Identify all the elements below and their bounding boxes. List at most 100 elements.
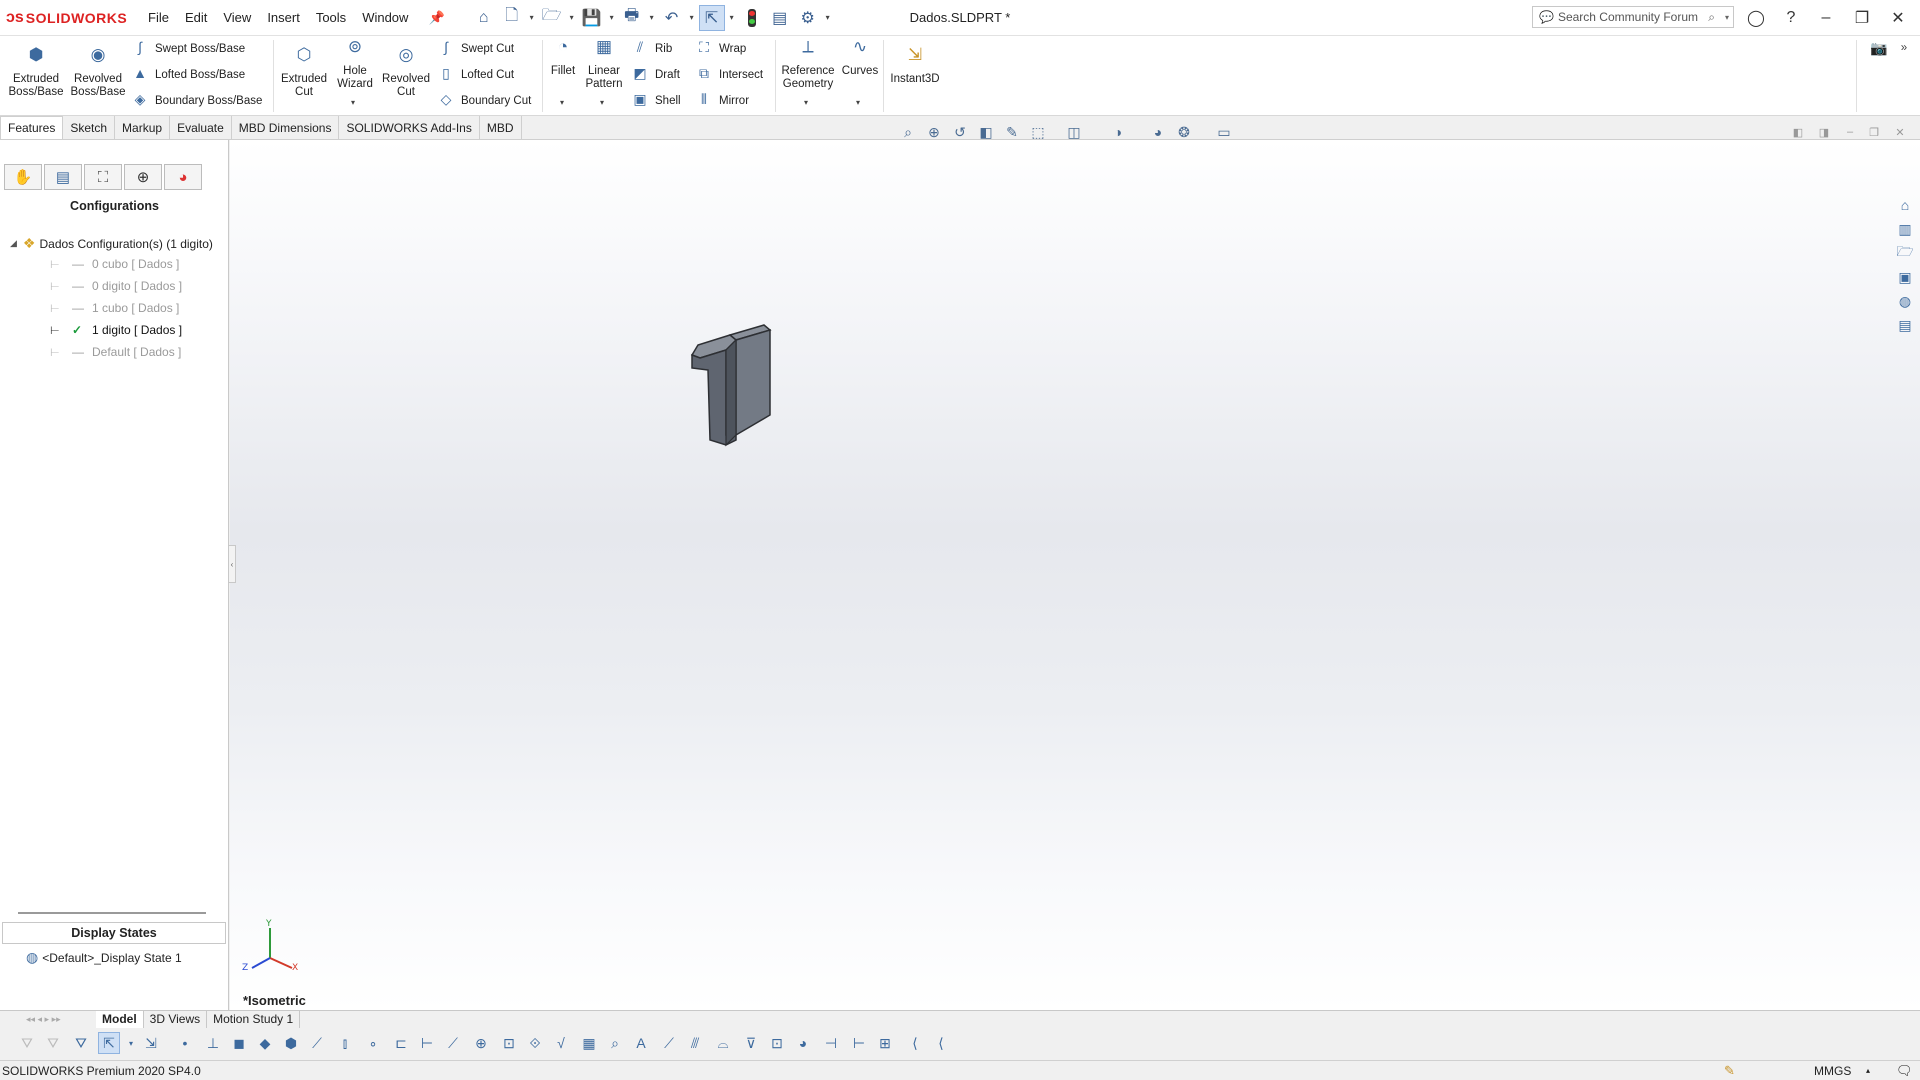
revolved-cut-button[interactable]: ◎ Revolved Cut <box>380 46 432 99</box>
tile-right-icon[interactable]: ◨ <box>1812 122 1836 142</box>
filter-connection-points-icon[interactable]: ⊡ <box>766 1032 788 1054</box>
ribbon-collapse-icon[interactable]: » <box>1896 42 1912 55</box>
curves-button[interactable]: ∿ Curves <box>840 38 880 78</box>
tab-3d-views[interactable]: 3D Views <box>144 1010 208 1029</box>
filter-geometric-tolerance-icon[interactable]: √ <box>550 1032 572 1054</box>
filter-routing-points-icon[interactable]: ◕ <box>792 1032 814 1054</box>
dynamic-annotation-icon[interactable]: ✎ <box>1000 122 1024 142</box>
search-community-field[interactable]: 💬 Search Community Forum ⌕ ▾ <box>1532 6 1734 28</box>
file-properties-icon[interactable]: ▤ <box>767 5 793 31</box>
swept-boss-button[interactable]: ∫ Swept Boss/Base <box>130 38 245 60</box>
tab-markup[interactable]: Markup <box>115 116 171 139</box>
edit-appearance-icon[interactable]: ◕ <box>1146 122 1170 142</box>
filter-weld-symbols-icon[interactable]: A <box>630 1032 652 1054</box>
menu-insert[interactable]: Insert <box>259 10 308 25</box>
tab-mbd-dimensions[interactable]: MBD Dimensions <box>232 116 340 139</box>
filter-cosmetic-threads-icon[interactable]: ⫻ <box>684 1032 706 1054</box>
graphics-area[interactable]: Y X Z <box>230 140 1920 1010</box>
menu-file[interactable]: File <box>140 10 177 25</box>
filter-edges-icon[interactable]: ⊥ <box>202 1032 224 1054</box>
select-dropdown-icon[interactable]: ▾ <box>727 13 737 22</box>
configurations-root[interactable]: ◢ ❖ Dados Configuration(s) (1 digito) <box>10 235 213 252</box>
zoom-to-area-icon[interactable]: ⊕ <box>922 122 946 142</box>
filter-sketch-segments-icon[interactable]: ⊏ <box>390 1032 412 1054</box>
panel-collapse-handle[interactable]: ‹ <box>228 545 236 583</box>
linear-pattern-button[interactable]: ▦ Linear Pattern <box>582 38 626 91</box>
view-palette-icon[interactable]: ▣ <box>1894 266 1916 288</box>
pin-menu-icon[interactable]: 📌 <box>420 10 452 26</box>
extruded-boss-button[interactable]: ⬢ Extruded Boss/Base <box>6 46 66 99</box>
filter-notes-icon[interactable]: ▦ <box>578 1032 600 1054</box>
custom-properties-icon[interactable]: ▤ <box>1894 314 1916 336</box>
appearances-icon[interactable]: ◍ <box>1894 290 1916 312</box>
tab-solidworks-addins[interactable]: SOLIDWORKS Add-Ins <box>339 116 480 139</box>
camera-snapshot-icon[interactable]: 📷 <box>1868 41 1890 67</box>
filter-dowel-pins-icon[interactable]: ⊽ <box>740 1032 762 1054</box>
view-orientation-icon[interactable]: ⬚ <box>1026 122 1050 142</box>
search-icon[interactable]: ⌕ <box>1708 10 1715 25</box>
dimxpert-manager-tab-icon[interactable]: ⊕ <box>124 164 162 190</box>
help-chat-icon[interactable]: 🗨 <box>1896 1063 1913 1079</box>
swept-cut-button[interactable]: ∫ Swept Cut <box>436 38 514 60</box>
config-item-active[interactable]: ⊢ ✓ 1 digito [ Dados ] <box>50 323 182 337</box>
open-dropdown-icon[interactable]: ▾ <box>567 13 577 22</box>
filter-axes-icon[interactable]: ⟋ <box>306 1032 328 1054</box>
search-dropdown-icon[interactable]: ▾ <box>1725 13 1729 22</box>
open-folder-icon[interactable]: 🗁 <box>539 5 565 31</box>
filter-datum-features-icon[interactable]: ⌕ <box>604 1032 626 1054</box>
reference-geometry-dropdown-icon[interactable]: ▾ <box>804 98 808 107</box>
filter-planes-icon[interactable]: ⫾ <box>334 1032 356 1054</box>
box-select-icon[interactable]: ⇲ <box>140 1032 162 1054</box>
menu-window[interactable]: Window <box>354 10 416 25</box>
tab-features[interactable]: Features <box>0 116 64 139</box>
config-item[interactable]: ⊢ — Default [ Dados ] <box>50 345 181 359</box>
configuration-manager-tab-icon[interactable]: ⛶ <box>84 164 122 190</box>
undo-icon[interactable]: ↶ <box>659 5 685 31</box>
help-icon[interactable]: ? <box>1773 0 1809 36</box>
filter-dimensions-icon[interactable]: ⊡ <box>498 1032 520 1054</box>
rib-button[interactable]: ⫽ Rib <box>630 38 672 60</box>
filter-solid-bodies-icon[interactable]: ⬢ <box>280 1032 302 1054</box>
part-digit-one[interactable] <box>690 324 772 447</box>
hide-show-items-icon[interactable]: ◑ <box>1106 122 1130 142</box>
curves-dropdown-icon[interactable]: ▾ <box>856 98 860 107</box>
tab-scroll-arrows[interactable]: ◂◂ ◂ ▸ ▸▸ <box>0 1011 96 1029</box>
view-settings-icon[interactable]: ▭ <box>1212 122 1236 142</box>
intersect-button[interactable]: ⧉ Intersect <box>694 64 763 86</box>
tab-evaluate[interactable]: Evaluate <box>170 116 232 139</box>
print-dropdown-icon[interactable]: ▾ <box>647 13 657 22</box>
select-arrow-icon[interactable]: ⇱ <box>98 1032 120 1054</box>
undo-dropdown-icon[interactable]: ▾ <box>687 13 697 22</box>
save-icon[interactable]: 💾 <box>579 5 605 31</box>
previous-view-icon[interactable]: ↺ <box>948 122 972 142</box>
rebuild-traffic-light-icon[interactable] <box>739 5 765 31</box>
clear-filters-icon[interactable]: ⛛ <box>70 1032 92 1054</box>
filter-datum-targets-icon[interactable]: ⟋ <box>658 1032 680 1054</box>
display-manager-tab-icon[interactable]: ◕ <box>164 164 202 190</box>
menu-tools[interactable]: Tools <box>308 10 354 25</box>
filter-blocks-icon[interactable]: ⌓ <box>712 1032 734 1054</box>
display-style-icon[interactable]: ◫ <box>1062 122 1086 142</box>
filter-tags-icon[interactable]: ⟨ <box>904 1032 926 1054</box>
wrap-button[interactable]: ⛶ Wrap <box>694 38 746 60</box>
design-library-icon[interactable]: ▥ <box>1894 218 1916 240</box>
tile-left-icon[interactable]: ◧ <box>1786 122 1810 142</box>
solidworks-resources-icon[interactable]: ⌂ <box>1894 194 1916 216</box>
doc-minimize-icon[interactable]: – <box>1838 122 1862 142</box>
shell-button[interactable]: ▣ Shell <box>630 90 680 112</box>
tab-sketch[interactable]: Sketch <box>63 116 116 139</box>
minimize-icon[interactable]: – <box>1808 0 1844 36</box>
home-icon[interactable]: ⌂ <box>471 5 497 31</box>
select-pointer-icon[interactable]: ⇱ <box>698 4 725 31</box>
doc-close-icon[interactable]: ✕ <box>1888 122 1912 142</box>
reference-geometry-button[interactable]: ⟂ Reference Geometry <box>778 38 838 91</box>
boundary-cut-button[interactable]: ◇ Boundary Cut <box>436 90 532 112</box>
tab-model[interactable]: Model <box>96 1010 144 1029</box>
tab-mbd[interactable]: MBD <box>480 116 522 139</box>
lofted-boss-button[interactable]: ▲ Lofted Boss/Base <box>130 64 245 86</box>
boundary-boss-button[interactable]: ◈ Boundary Boss/Base <box>130 90 263 112</box>
hole-wizard-dropdown-icon[interactable]: ▾ <box>351 98 355 107</box>
tab-motion-study[interactable]: Motion Study 1 <box>207 1010 301 1029</box>
filter-toggle-all-icon[interactable]: ⟨ <box>930 1032 952 1054</box>
filter-icon[interactable]: ⛛ <box>16 1032 38 1054</box>
